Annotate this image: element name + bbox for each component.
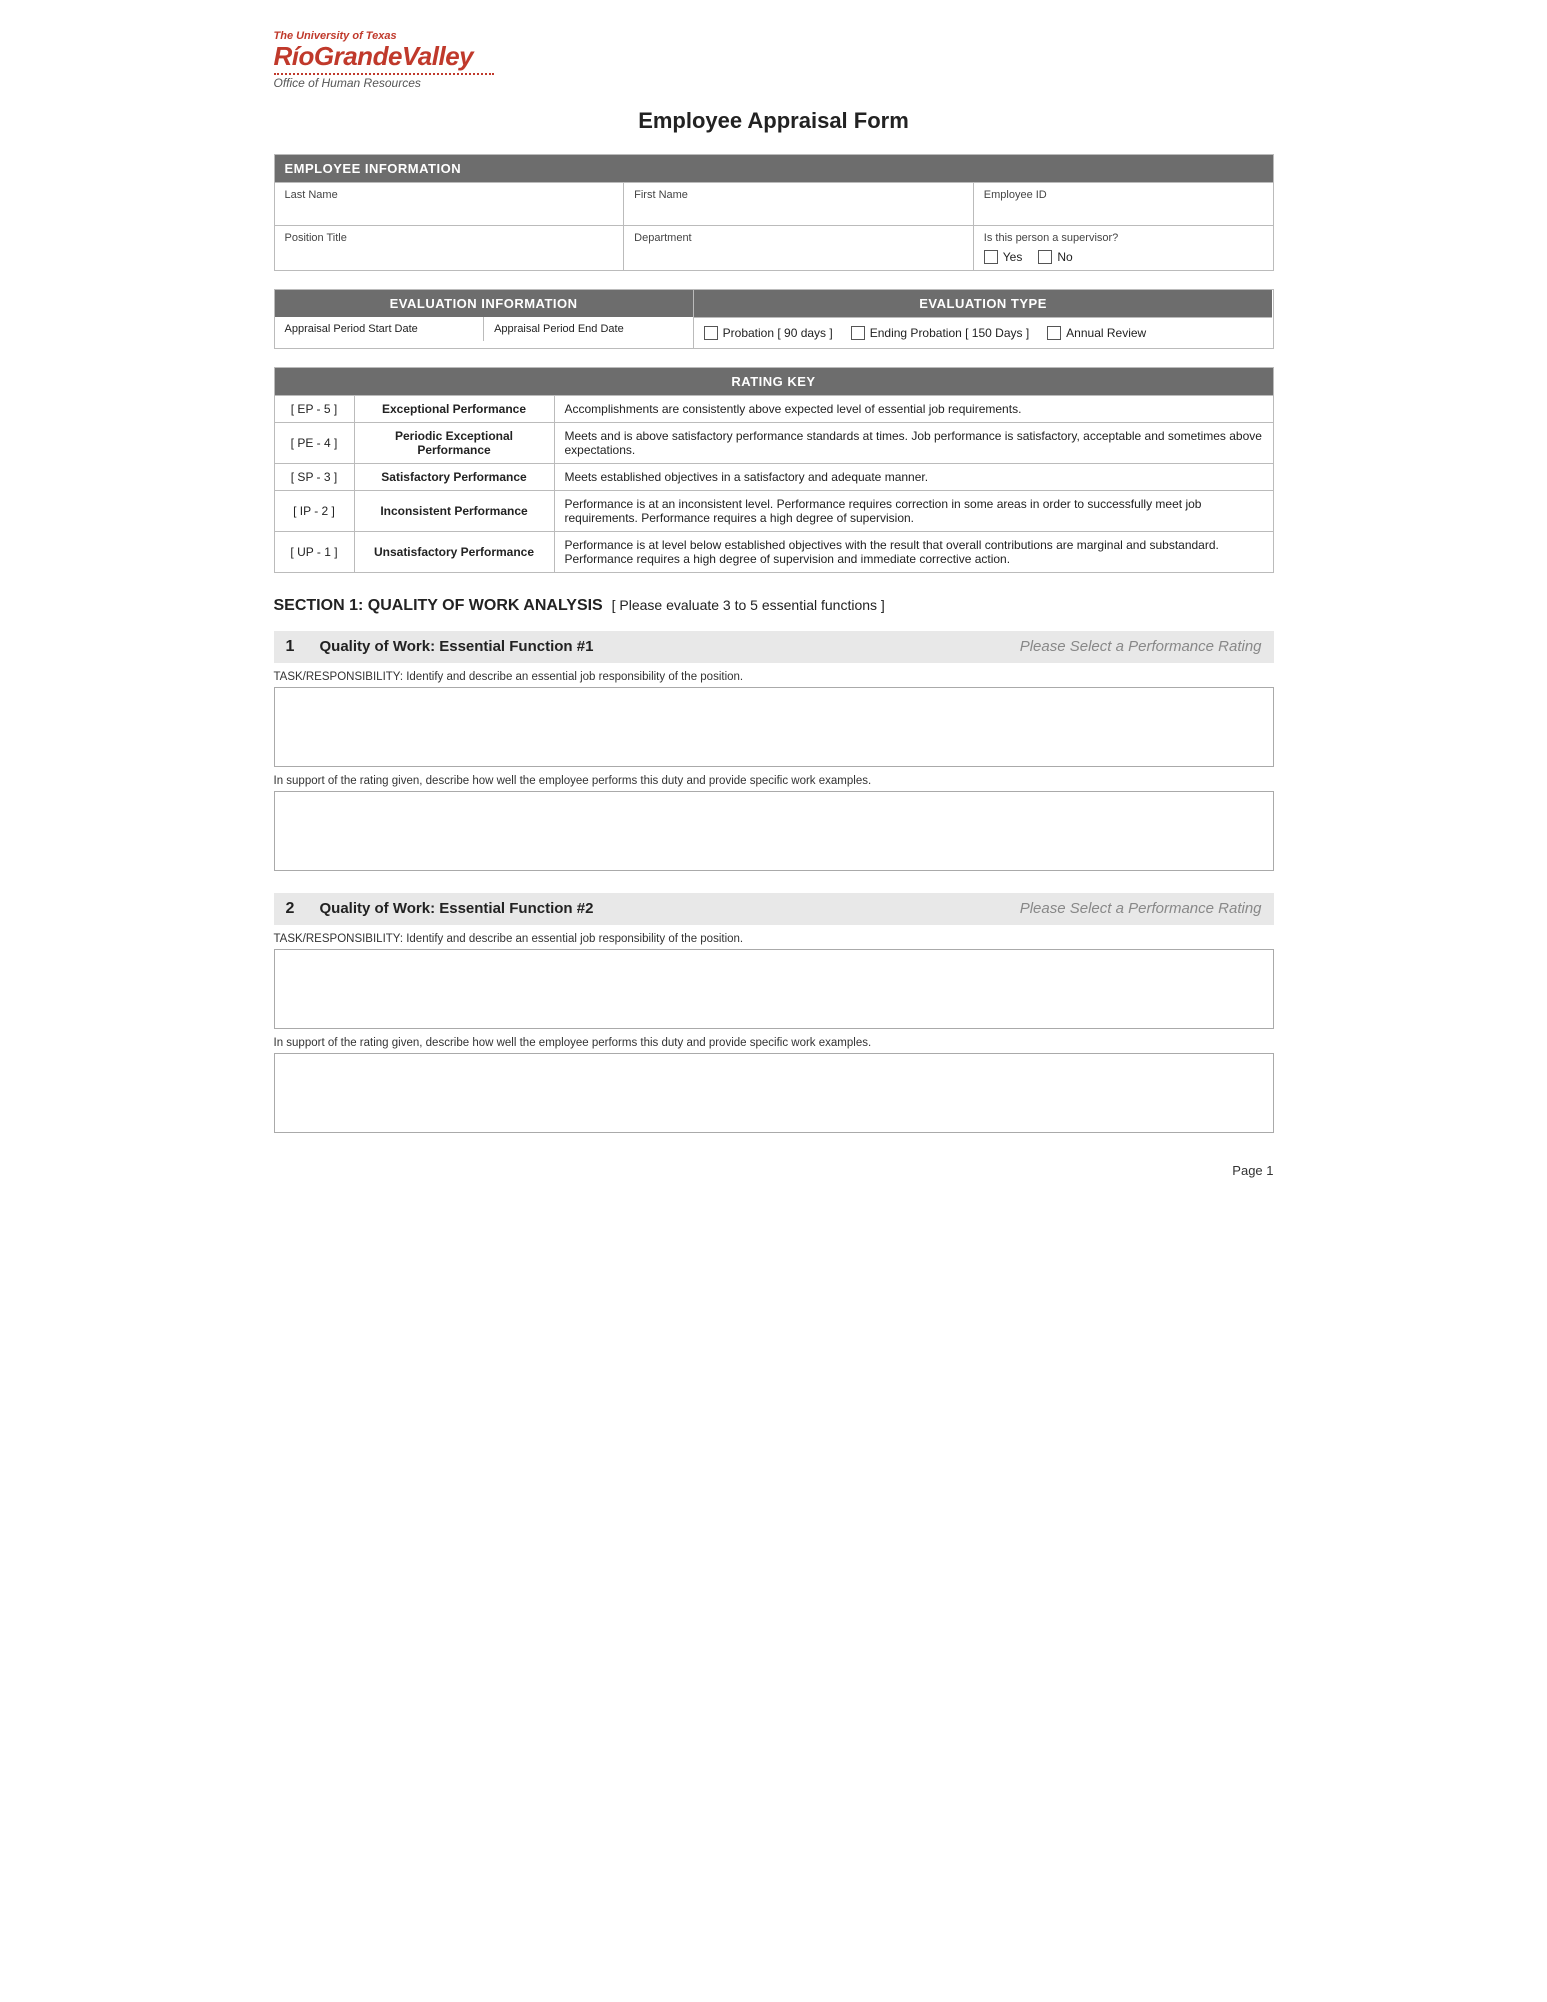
department-cell: Department [624, 225, 974, 270]
no-checkbox-item[interactable]: No [1038, 250, 1072, 264]
section1-colon: : [358, 597, 368, 614]
first-name-cell: First Name [624, 182, 974, 225]
function-block-2: 2 Quality of Work: Essential Function #2… [274, 893, 1274, 1133]
employee-id-cell: Employee ID [973, 182, 1273, 225]
rating-name: Inconsistent Performance [354, 490, 554, 531]
rating-name: Unsatisfactory Performance [354, 531, 554, 572]
section1-instruction: [ Please evaluate 3 to 5 essential funct… [612, 597, 885, 613]
rating-desc: Meets and is above satisfactory performa… [554, 422, 1273, 463]
first-name-label: First Name [634, 189, 963, 201]
logo-line2: RíoGrandeValley [274, 42, 1274, 71]
last-name-label: Last Name [285, 189, 614, 201]
section1-title-row: SECTION 1: QUALITY OF WORK ANALYSIS [ Pl… [274, 597, 1274, 615]
start-date-label: Appraisal Period Start Date [285, 323, 418, 335]
page-number: Page 1 [1232, 1163, 1273, 1178]
rating-name: Satisfactory Performance [354, 463, 554, 490]
rating-desc: Meets established objectives in a satisf… [554, 463, 1273, 490]
annual-review-checkbox-item[interactable]: Annual Review [1047, 326, 1146, 340]
end-date-cell: Appraisal Period End Date [484, 317, 693, 341]
ending-probation-checkbox-item[interactable]: Ending Probation [ 150 Days ] [851, 326, 1029, 340]
rating-code: [ EP - 5 ] [274, 395, 354, 422]
function-title-row-2: 2 Quality of Work: Essential Function #2… [274, 893, 1274, 925]
employee-info-table: EMPLOYEE INFORMATION Last Name First Nam… [274, 154, 1274, 271]
function-num-2: 2 [286, 900, 306, 918]
no-checkbox[interactable] [1038, 250, 1052, 264]
logo-section: The University of Texas RíoGrandeValley … [274, 30, 1274, 90]
page-footer: Page 1 [274, 1163, 1274, 1178]
page-title: Employee Appraisal Form [274, 108, 1274, 134]
rating-code: [ SP - 3 ] [274, 463, 354, 490]
employee-id-label: Employee ID [984, 189, 1263, 201]
rating-row: [ UP - 1 ] Unsatisfactory Performance Pe… [274, 531, 1273, 572]
rating-code: [ IP - 2 ] [274, 490, 354, 531]
task-textarea-2[interactable] [274, 949, 1274, 1029]
performance-select-2[interactable]: Please Select a Performance Rating [1020, 900, 1262, 917]
support-label-2: In support of the rating given, describe… [274, 1037, 1274, 1049]
section1-title: SECTION 1 [274, 597, 358, 614]
no-label: No [1057, 250, 1072, 264]
rating-code: [ UP - 1 ] [274, 531, 354, 572]
section1-subtitle: QUALITY OF WORK ANALYSIS [368, 597, 603, 614]
rating-desc: Accomplishments are consistently above e… [554, 395, 1273, 422]
yes-checkbox-item[interactable]: Yes [984, 250, 1023, 264]
yes-checkbox[interactable] [984, 250, 998, 264]
supervisor-label: Is this person a supervisor? [984, 232, 1263, 244]
yes-label: Yes [1003, 250, 1023, 264]
employee-info-header: EMPLOYEE INFORMATION [274, 154, 1273, 182]
rating-row: [ EP - 5 ] Exceptional Performance Accom… [274, 395, 1273, 422]
probation-checkbox-item[interactable]: Probation [ 90 days ] [704, 326, 833, 340]
supervisor-cell: Is this person a supervisor? Yes No [973, 225, 1273, 270]
rating-desc: Performance is at level below establishe… [554, 531, 1273, 572]
rating-key-header: RATING KEY [274, 367, 1273, 395]
support-label-1: In support of the rating given, describe… [274, 775, 1274, 787]
rating-name: Periodic Exceptional Performance [354, 422, 554, 463]
department-label: Department [634, 232, 963, 244]
eval-dates-row: Appraisal Period Start Date Appraisal Pe… [275, 317, 693, 341]
rating-code: [ PE - 4 ] [274, 422, 354, 463]
supervisor-checkboxes: Yes No [984, 250, 1263, 264]
eval-info-header: EVALUATION INFORMATION [275, 290, 693, 317]
logo-divider [274, 73, 494, 75]
function-title-2: Quality of Work: Essential Function #2 [320, 900, 594, 917]
rating-key-table: RATING KEY [ EP - 5 ] Exceptional Perfor… [274, 367, 1274, 573]
ending-probation-label: Ending Probation [ 150 Days ] [870, 326, 1029, 340]
utrgv-logo: The University of Texas RíoGrandeValley … [274, 30, 1274, 90]
eval-info-left: EVALUATION INFORMATION Appraisal Period … [275, 290, 694, 348]
rating-row: [ SP - 3 ] Satisfactory Performance Meet… [274, 463, 1273, 490]
eval-type-checkboxes: Probation [ 90 days ] Ending Probation [… [694, 317, 1273, 348]
last-name-cell: Last Name [274, 182, 624, 225]
task-label-1: TASK/RESPONSIBILITY: Identify and descri… [274, 671, 1274, 683]
end-date-label: Appraisal Period End Date [494, 323, 624, 335]
rating-name: Exceptional Performance [354, 395, 554, 422]
eval-type-header: EVALUATION TYPE [694, 290, 1273, 317]
function-num-1: 1 [286, 638, 306, 656]
position-title-label: Position Title [285, 232, 614, 244]
function-title-1: Quality of Work: Essential Function #1 [320, 638, 594, 655]
functions-container: 1 Quality of Work: Essential Function #1… [274, 631, 1274, 1133]
probation-label: Probation [ 90 days ] [723, 326, 833, 340]
annual-review-checkbox[interactable] [1047, 326, 1061, 340]
support-textarea-1[interactable] [274, 791, 1274, 871]
rating-desc: Performance is at an inconsistent level.… [554, 490, 1273, 531]
function-block-1: 1 Quality of Work: Essential Function #1… [274, 631, 1274, 871]
ending-probation-checkbox[interactable] [851, 326, 865, 340]
function-title-row-1: 1 Quality of Work: Essential Function #1… [274, 631, 1274, 663]
support-textarea-2[interactable] [274, 1053, 1274, 1133]
evaluation-info-section: EVALUATION INFORMATION Appraisal Period … [274, 289, 1274, 349]
task-label-2: TASK/RESPONSIBILITY: Identify and descri… [274, 933, 1274, 945]
annual-review-label: Annual Review [1066, 326, 1146, 340]
task-textarea-1[interactable] [274, 687, 1274, 767]
position-title-cell: Position Title [274, 225, 624, 270]
eval-type-right: EVALUATION TYPE Probation [ 90 days ] En… [694, 290, 1273, 348]
logo-line3: Office of Human Resources [274, 77, 1274, 90]
probation-checkbox[interactable] [704, 326, 718, 340]
rating-row: [ PE - 4 ] Periodic Exceptional Performa… [274, 422, 1273, 463]
rating-row: [ IP - 2 ] Inconsistent Performance Perf… [274, 490, 1273, 531]
performance-select-1[interactable]: Please Select a Performance Rating [1020, 638, 1262, 655]
start-date-cell: Appraisal Period Start Date [275, 317, 485, 341]
